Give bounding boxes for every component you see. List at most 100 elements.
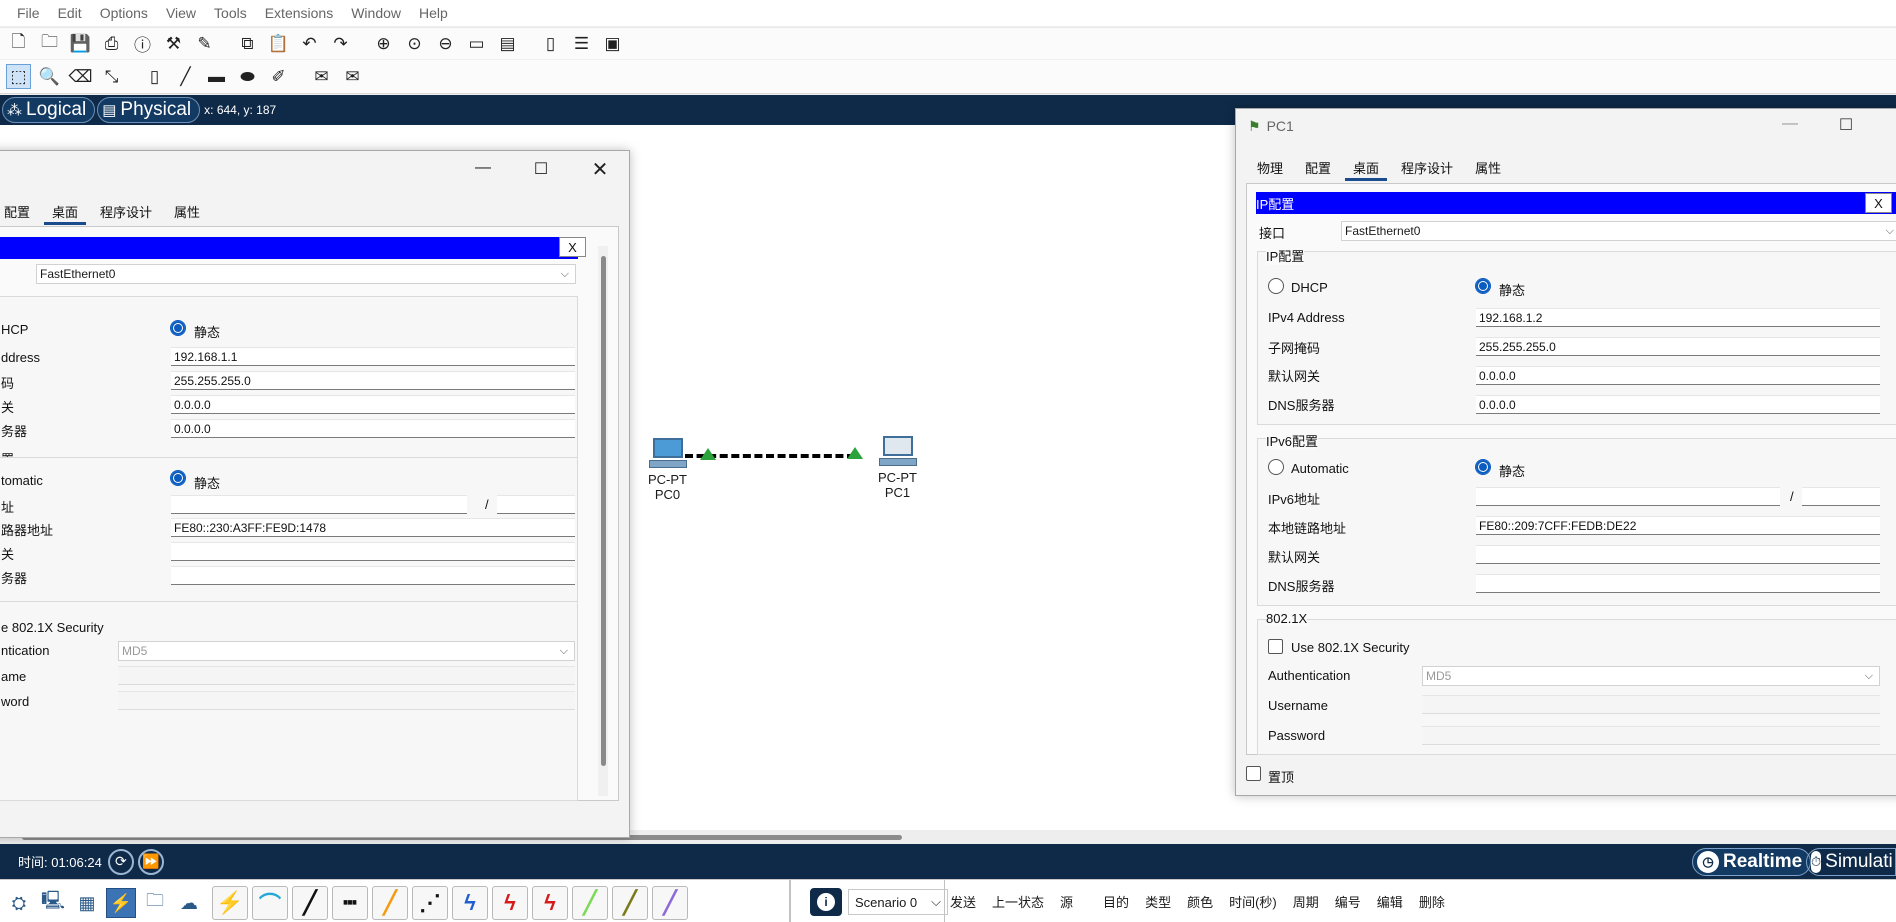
freeform-icon[interactable]: ✐	[266, 64, 291, 89]
dot1x-checkbox[interactable]	[1268, 639, 1283, 654]
dns-field[interactable]: 0.0.0.0	[171, 419, 575, 438]
console-cable-icon[interactable]: ⌒	[252, 886, 288, 920]
tab-attributes[interactable]: 属性	[163, 201, 211, 225]
logical-mode-button[interactable]: ⁂ Logical	[2, 97, 96, 123]
interface-select[interactable]: FastEthernet0 ⌵	[1341, 221, 1896, 241]
gateway6-field[interactable]	[1476, 545, 1880, 564]
ipconfig-close-button[interactable]: X	[559, 237, 586, 257]
custom-devices-icon[interactable]: ▤	[495, 31, 520, 56]
static6-radio[interactable]	[170, 470, 186, 486]
pc0-vscroll[interactable]	[598, 246, 608, 796]
ipconfig-close-button[interactable]: X	[1865, 193, 1892, 213]
print-icon[interactable]: ⎙	[99, 31, 124, 56]
resize-icon[interactable]: ⤡	[99, 64, 124, 89]
fast-forward-icon[interactable]: ⏩	[137, 848, 164, 875]
drawing-palette-icon[interactable]: ▭	[464, 31, 489, 56]
menu-file[interactable]: File	[8, 5, 49, 21]
gateway-field[interactable]: 0.0.0.0	[171, 395, 575, 414]
serial-dte-icon[interactable]: ϟ	[532, 886, 568, 920]
menu-window[interactable]: Window	[342, 5, 410, 21]
static6-radio[interactable]	[1475, 459, 1491, 475]
automatic-radio[interactable]	[1268, 459, 1284, 475]
close-icon[interactable]: ✕	[578, 157, 622, 182]
static-radio[interactable]	[1475, 278, 1491, 294]
interface-select[interactable]: FastEthernet0 ⌵	[36, 264, 576, 284]
serial-dce-icon[interactable]: ϟ	[492, 886, 528, 920]
tab-programming[interactable]: 程序设计	[89, 201, 163, 225]
notes-icon[interactable]: ▯	[538, 31, 563, 56]
link-local-field[interactable]: FE80::230:A3FF:FE9D:1478	[171, 518, 575, 537]
maximize-icon[interactable]: ☐	[1824, 115, 1868, 135]
connections-icon[interactable]: ⚡	[106, 888, 136, 918]
ipv6-field[interactable]	[171, 495, 467, 514]
static-radio[interactable]	[170, 320, 186, 336]
ellipse-icon[interactable]: ⬬	[235, 64, 260, 89]
info-icon[interactable]: i	[810, 888, 842, 916]
minimize-icon[interactable]: —	[461, 159, 505, 177]
menu-view[interactable]: View	[157, 5, 205, 21]
line-icon[interactable]: ╱	[173, 64, 198, 89]
menu-help[interactable]: Help	[410, 5, 457, 21]
authentication-select[interactable]: MD5 ⌵	[118, 641, 575, 661]
fiber-icon[interactable]: ╱	[372, 886, 408, 920]
menu-extensions[interactable]: Extensions	[256, 5, 342, 21]
zoom-out-icon[interactable]: ⊖	[433, 31, 458, 56]
password-field[interactable]	[118, 691, 575, 710]
dns6-field[interactable]	[171, 566, 575, 585]
always-on-top-checkbox[interactable]	[1246, 766, 1261, 781]
dns6-field[interactable]	[1476, 574, 1880, 593]
multiuser-icon[interactable]: ☁	[174, 888, 204, 918]
usb-cable-icon[interactable]: ╱	[652, 886, 688, 920]
subnet-mask-field[interactable]: 255.255.255.0	[171, 371, 575, 390]
tab-desktop[interactable]: 桌面	[41, 201, 89, 225]
tab-desktop[interactable]: 桌面	[1342, 157, 1390, 181]
redo-icon[interactable]: ↷	[328, 31, 353, 56]
iot-custom-cable-icon[interactable]: ╱	[612, 886, 648, 920]
zoom-reset-icon[interactable]: ⊙	[402, 31, 427, 56]
device-pc1[interactable]: PC-PT PC1	[875, 436, 920, 500]
viewport-icon[interactable]: ☰	[569, 31, 594, 56]
inspect-icon[interactable]: 🔍	[37, 64, 62, 89]
add-pdu-icon[interactable]: ✉	[309, 64, 334, 89]
phone-cable-icon[interactable]: ⋰	[412, 886, 448, 920]
paste-icon[interactable]: 📋	[266, 31, 291, 56]
coaxial-icon[interactable]: ϟ	[452, 886, 488, 920]
realtime-mode-button[interactable]: ◷ Realtime	[1692, 848, 1812, 876]
zoom-in-icon[interactable]: ⊕	[371, 31, 396, 56]
username-field[interactable]	[1422, 695, 1880, 714]
power-cycle-icon[interactable]: ⟳	[107, 848, 134, 875]
link-local-field[interactable]: FE80::209:7CFF:FEDB:DE22	[1476, 516, 1880, 535]
save-icon[interactable]: 💾	[68, 31, 93, 56]
physical-mode-button[interactable]: ▤ Physical	[97, 97, 201, 123]
gateway-field[interactable]: 0.0.0.0	[1476, 366, 1880, 385]
ipv4-field[interactable]: 192.168.1.2	[1476, 308, 1880, 327]
scenario-select[interactable]: Scenario 0 ⌵	[848, 889, 948, 915]
tab-config[interactable]: 配置	[0, 201, 41, 225]
ipv6-prefix-field[interactable]	[497, 495, 575, 514]
select-icon[interactable]: ⬚	[6, 64, 31, 89]
screenshot-icon[interactable]: ▣	[600, 31, 625, 56]
open-icon[interactable]: 🗀	[37, 31, 62, 56]
username-field[interactable]	[118, 666, 575, 685]
add-complex-pdu-icon[interactable]: ✉	[340, 64, 365, 89]
octal-cable-icon[interactable]: ╱	[572, 886, 608, 920]
menu-edit[interactable]: Edit	[49, 5, 91, 21]
info-icon[interactable]: ⓘ	[130, 31, 155, 56]
tab-programming[interactable]: 程序设计	[1390, 157, 1464, 181]
copper-straight-icon[interactable]: ╱	[292, 886, 328, 920]
password-field[interactable]	[1422, 726, 1880, 745]
tab-config[interactable]: 配置	[1294, 157, 1342, 181]
dns-field[interactable]: 0.0.0.0	[1476, 395, 1880, 414]
subnet-mask-field[interactable]: 255.255.255.0	[1476, 337, 1880, 356]
rectangle-icon[interactable]: ▬	[204, 64, 229, 89]
maximize-icon[interactable]: ☐	[519, 159, 563, 179]
minimize-icon[interactable]: —	[1768, 115, 1812, 133]
undo-icon[interactable]: ↶	[297, 31, 322, 56]
gateway6-field[interactable]	[171, 542, 575, 561]
tab-physical[interactable]: 物理	[1246, 157, 1294, 181]
note-icon[interactable]: ▯	[142, 64, 167, 89]
device-pc0[interactable]: PC-PT PC0	[645, 438, 690, 502]
network-devices-icon[interactable]: ⛭	[4, 888, 34, 918]
wizard-icon[interactable]: ⚒	[161, 31, 186, 56]
copper-cross-icon[interactable]: ┅	[332, 886, 368, 920]
